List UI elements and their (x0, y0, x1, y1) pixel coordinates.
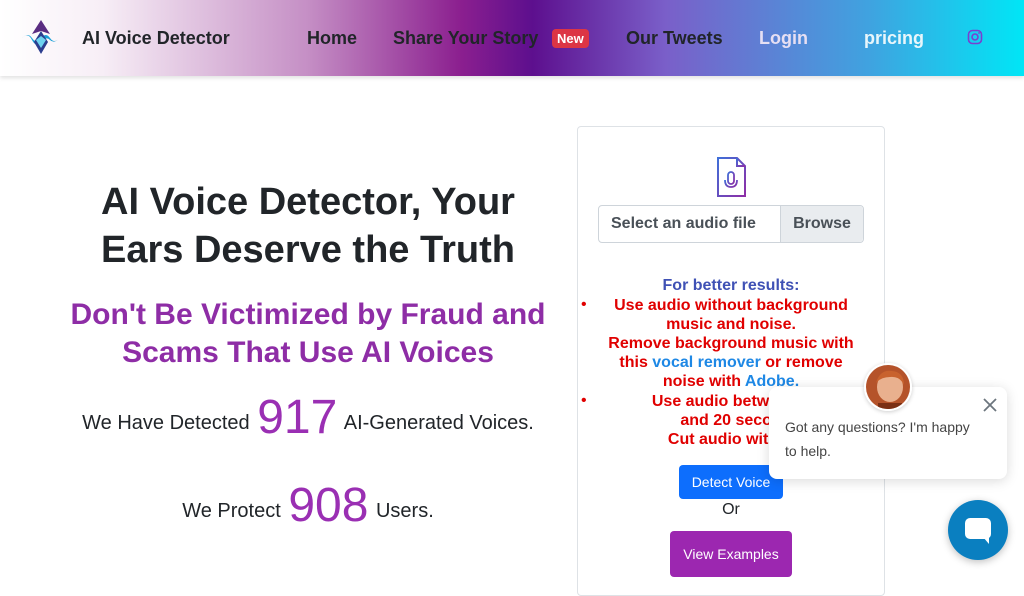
detected-stat: We Have Detected 917 AI-Generated Voices… (60, 390, 556, 445)
tip-remove-music: Remove background music with this vocal … (598, 334, 864, 391)
detected-count: 917 (257, 391, 338, 444)
protect-stat: We Protect 908 Users. (60, 478, 556, 533)
brand-name[interactable]: AI Voice Detector (82, 28, 230, 49)
chat-launcher-button[interactable] (948, 500, 1008, 560)
nav-login-link[interactable]: Login (759, 28, 808, 49)
file-input-placeholder: Select an audio file (611, 215, 756, 232)
hero-subtitle: Don't Be Victimized by Fraud and Scams T… (70, 298, 546, 369)
protect-suffix: Users. (375, 500, 434, 522)
view-examples-button[interactable]: View Examples (670, 531, 792, 577)
chat-bubble-icon (965, 518, 991, 544)
close-icon[interactable] (979, 394, 1001, 416)
chat-message: Got any questions? I'm happy to help. (785, 419, 970, 459)
protect-count: 908 (288, 479, 369, 532)
detected-prefix: We Have Detected (82, 412, 250, 434)
navbar: AI Voice Detector Home Share Your Story … (0, 0, 1024, 76)
page-title: AI Voice Detector, Your Ears Deserve the… (101, 181, 515, 271)
tip-no-background: Use audio without background music and n… (614, 297, 848, 333)
browse-button[interactable]: Browse (780, 206, 863, 242)
new-badge: New (552, 29, 589, 48)
or-separator: Or (722, 501, 740, 518)
tip-bullet: • (581, 392, 587, 409)
avatar (864, 363, 912, 411)
audio-file-input[interactable]: Select an audio file Browse (598, 205, 864, 243)
nav-home-link[interactable]: Home (307, 28, 357, 49)
detect-voice-button[interactable]: Detect Voice (679, 465, 783, 499)
vocal-remover-link[interactable]: vocal remover (652, 354, 761, 371)
instagram-icon[interactable] (967, 29, 983, 45)
tips-title: For better results: (662, 277, 800, 294)
brand-logo-icon[interactable] (20, 18, 62, 56)
detected-suffix: AI-Generated Voices. (343, 412, 534, 434)
tip3-text-c: Cut audio with (667, 431, 783, 448)
tip-bullet: • (581, 296, 587, 313)
protect-prefix: We Protect (182, 500, 281, 522)
nav-tweets-link[interactable]: Our Tweets (626, 28, 723, 49)
nav-pricing-link[interactable]: pricing (864, 28, 924, 49)
microphone-file-icon (717, 157, 746, 197)
nav-share-story-link[interactable]: Share Your Story (393, 28, 538, 49)
tip3-text-b: and 20 secon (680, 412, 782, 429)
